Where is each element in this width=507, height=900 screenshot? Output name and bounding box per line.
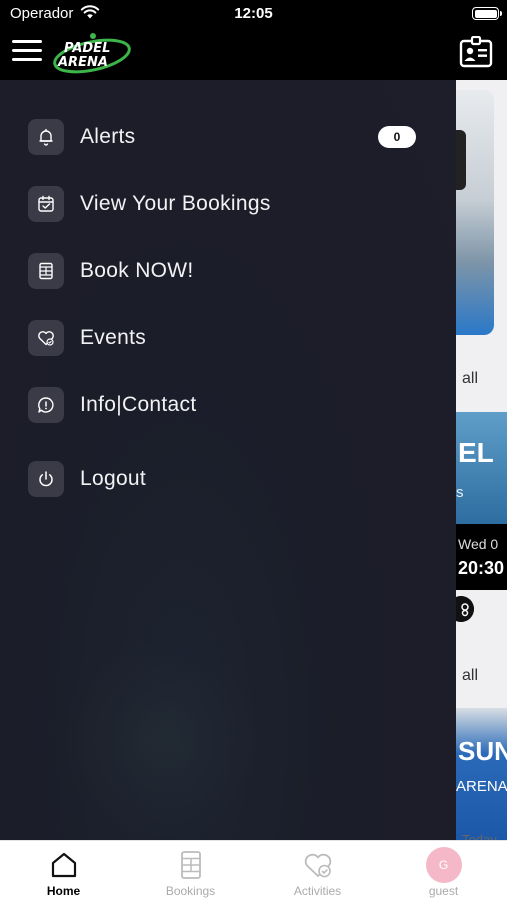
heart-check-icon <box>28 320 64 356</box>
hamburger-menu-button[interactable] <box>12 40 42 64</box>
power-icon <box>28 461 64 497</box>
app-bar: PADEL ARENA <box>0 28 507 80</box>
menu-item-logout[interactable]: Logout <box>28 459 428 499</box>
menu-item-label: Logout <box>80 467 147 490</box>
menu-item-info-contact[interactable]: Info|Contact <box>28 385 428 425</box>
bell-icon <box>28 119 64 155</box>
menu-item-label: View Your Bookings <box>80 192 271 215</box>
menu-item-label: Events <box>80 326 146 349</box>
event-card-image[interactable]: SUN ARENA <box>456 708 507 840</box>
alerts-count-badge: 0 <box>378 126 416 148</box>
padel-arena-logo: PADEL ARENA <box>53 33 131 74</box>
logo-line-1: PADEL <box>64 41 110 56</box>
avatar: G <box>425 847 462 883</box>
tab-profile[interactable]: G guest <box>380 841 507 900</box>
battery-icon <box>472 7 502 20</box>
event-subtitle: ARENA <box>456 778 507 795</box>
event-card-image[interactable]: EL s <box>456 412 507 524</box>
tab-label: guest <box>428 884 459 898</box>
home-page-background: all EL s Wed 0 20:30 all SUN ARENA Today <box>456 80 507 840</box>
side-drawer: Alerts 0 View Your Bookings Book NOW! Ev… <box>0 80 456 840</box>
court-icon <box>28 253 64 289</box>
tab-label: Home <box>46 884 81 898</box>
tab-label: Activities <box>293 884 342 898</box>
court-icon <box>180 851 201 879</box>
event-date: Today <box>462 832 497 840</box>
menu-item-events[interactable]: Events <box>28 318 428 358</box>
menu-item-label: Info|Contact <box>80 393 197 416</box>
event-date: Wed 0 <box>458 536 499 552</box>
calendar-check-icon <box>28 186 64 222</box>
tab-activities[interactable]: Activities <box>254 841 381 900</box>
heart-check-icon <box>304 853 331 878</box>
tab-home[interactable]: Home <box>0 841 127 900</box>
event-subtitle: s <box>456 484 464 501</box>
menu-item-view-bookings[interactable]: View Your Bookings <box>28 184 428 224</box>
menu-item-alerts[interactable]: Alerts 0 <box>28 117 428 157</box>
clock: 12:05 <box>234 5 273 22</box>
tab-label: Bookings <box>165 884 216 898</box>
home-icon <box>51 852 76 878</box>
hero-image-card[interactable] <box>456 90 494 335</box>
event-info: Wed 0 20:30 <box>456 524 507 590</box>
status-bar: Operador 12:05 <box>0 0 507 28</box>
menu-item-label: Alerts <box>80 125 136 148</box>
tab-bookings[interactable]: Bookings <box>127 841 254 900</box>
menu-item-book-now[interactable]: Book NOW! <box>28 251 428 291</box>
bottom-tab-bar: Home Bookings Activities G guest <box>0 840 507 900</box>
event-title: EL <box>458 437 494 468</box>
info-chat-icon <box>28 387 64 423</box>
see-all-link[interactable]: all <box>462 370 478 388</box>
menu-item-label: Book NOW! <box>80 259 194 282</box>
participants-icon[interactable] <box>456 596 474 622</box>
event-title: SUN <box>458 736 507 766</box>
event-time: 20:30 <box>458 558 505 578</box>
member-card-icon[interactable] <box>459 36 493 68</box>
logo-line-2: ARENA <box>57 55 108 70</box>
see-all-link[interactable]: all <box>462 667 478 685</box>
